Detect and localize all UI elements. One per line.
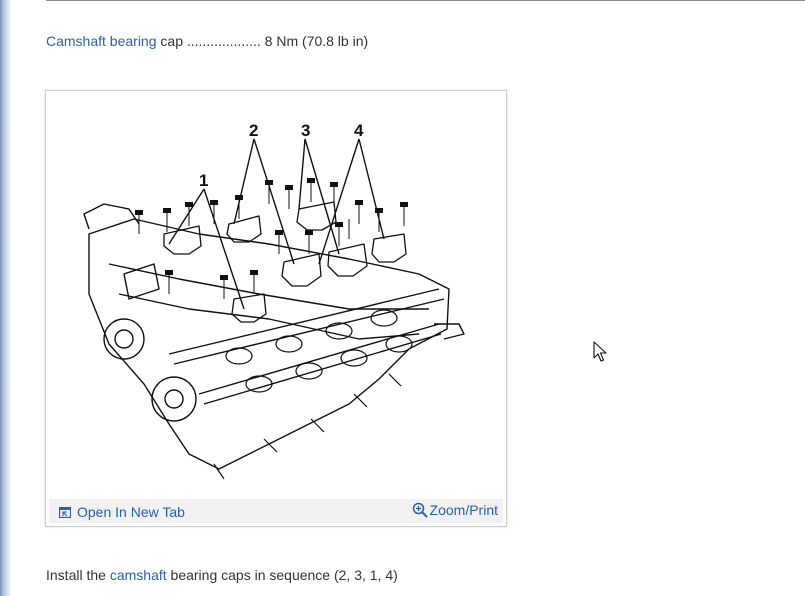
install-suffix: bearing caps in sequence (2, 3, 1, 4)	[166, 567, 398, 583]
torque-spec-text: cap ................... 8 Nm (70.8 lb in…	[156, 33, 369, 49]
open-in-new-tab-label: Open In New Tab	[77, 504, 185, 520]
cylinder-head-drawing: 1 2 3 4	[83, 121, 465, 480]
camshaft-link[interactable]: camshaft	[110, 567, 167, 583]
callout-4: 4	[354, 121, 364, 140]
section-divider	[46, 0, 805, 1]
zoom-print-label: Zoom/Print	[429, 502, 498, 518]
callout-3: 3	[301, 121, 310, 140]
install-instruction: Install the camshaft bearing caps in seq…	[46, 567, 398, 583]
torque-spec-line: Camshaft bearing cap ...................…	[46, 33, 368, 49]
arrow-cursor-icon	[593, 341, 607, 362]
window-left-edge	[0, 0, 11, 596]
illustration-figure: 1 2 3 4 Open In New Tab Zoom/Print	[45, 90, 507, 527]
open-in-new-tab-button[interactable]: Open In New Tab	[59, 504, 185, 520]
open-tab-icon	[59, 506, 71, 518]
install-prefix: Install the	[46, 567, 110, 583]
figure-toolbar: Open In New Tab Zoom/Print	[49, 499, 503, 523]
callout-2: 2	[249, 121, 258, 140]
zoom-print-button[interactable]: Zoom/Print	[412, 502, 498, 518]
cylinder-head-illustration[interactable]: 1 2 3 4	[49, 94, 503, 498]
zoom-in-icon	[412, 502, 428, 518]
mouse-cursor	[593, 341, 607, 368]
camshaft-bearing-link[interactable]: Camshaft bearing	[46, 33, 157, 49]
callout-1: 1	[199, 171, 208, 190]
